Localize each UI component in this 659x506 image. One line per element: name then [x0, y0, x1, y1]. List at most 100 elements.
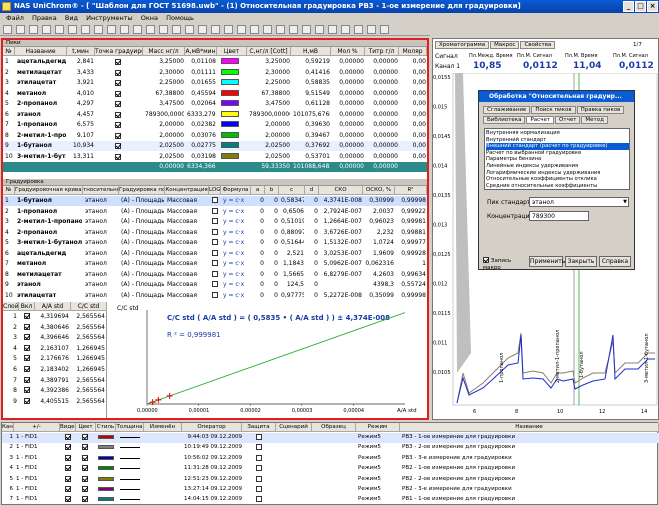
- apply-button[interactable]: Применить: [529, 256, 565, 267]
- toolbar-button-5[interactable]: [55, 25, 64, 34]
- calib-cell[interactable]: (A) - Площадь: [121, 259, 164, 268]
- color-swatch[interactable]: [221, 68, 239, 75]
- tab-method[interactable]: Метод: [581, 116, 608, 124]
- line-style[interactable]: [120, 447, 140, 449]
- calib-row[interactable]: 4 2-пропанол этанол (A) - Площадь Массовая y …: [3, 228, 427, 238]
- menu-file[interactable]: Файл: [6, 14, 24, 22]
- toolbar-button-28[interactable]: [354, 25, 363, 34]
- peaks-col-header[interactable]: t,мин: [67, 47, 95, 56]
- bottom-row[interactable]: 11 - FID1 9:44:03 09.12.2009 Режим5 РВ3 - 1…: [2, 433, 659, 443]
- line-style[interactable]: [120, 499, 140, 501]
- calib-cell[interactable]: Массовая: [167, 280, 208, 289]
- peaks-col-header[interactable]: Масс нг/л: [143, 47, 185, 56]
- calibration-point-checkbox[interactable]: [115, 121, 125, 130]
- calib-row[interactable]: 7 метанол этанол (A) - Площадь Массовая y = c…: [3, 259, 427, 269]
- toolbar-button-15[interactable]: [185, 25, 194, 34]
- menu-edit[interactable]: Правка: [32, 14, 57, 22]
- line-style[interactable]: [120, 457, 140, 459]
- calib-col-header[interactable]: Формула: [221, 186, 251, 195]
- calib-cell[interactable]: Массовая: [167, 270, 208, 279]
- menu-view[interactable]: Вид: [65, 14, 78, 22]
- bottom-col-header[interactable]: Канал: [2, 423, 14, 432]
- visible-checkbox[interactable]: [82, 475, 88, 482]
- visible-checkbox[interactable]: [82, 434, 88, 440]
- bottom-col-header[interactable]: Название: [400, 423, 659, 432]
- tab-chromatogram[interactable]: Хроматограмма: [435, 41, 490, 49]
- calib-cell[interactable]: этанол: [85, 196, 118, 205]
- visible-checkbox[interactable]: [82, 486, 88, 492]
- protection-checkbox[interactable]: [256, 465, 262, 472]
- sign-checkbox[interactable]: [65, 475, 71, 482]
- calib-col-header[interactable]: c: [279, 186, 305, 195]
- log-checkbox[interactable]: [212, 291, 218, 298]
- calib-cell[interactable]: этанол: [85, 228, 118, 237]
- calib-cell[interactable]: Массовая: [167, 291, 208, 300]
- calibration-point-checkbox[interactable]: [115, 100, 125, 109]
- calib-row[interactable]: 6 ацетальдегид этанол (A) - Площадь Массовая…: [3, 249, 427, 259]
- layers-row[interactable]: 2 4,380646 2,565564: [3, 323, 107, 333]
- minimize-button[interactable]: _: [623, 1, 634, 12]
- calibration-point-checkbox[interactable]: [115, 58, 125, 67]
- calib-cell[interactable]: (A) - Площадь: [121, 238, 164, 247]
- maximize-button[interactable]: □: [635, 1, 646, 12]
- layers-row[interactable]: 6 2,183402 1,266945: [3, 365, 107, 375]
- bottom-col-header[interactable]: Режим: [356, 423, 400, 432]
- toolbar-button-4[interactable]: [42, 25, 51, 34]
- toolbar-button-29[interactable]: [367, 25, 376, 34]
- calib-col-header[interactable]: R²: [395, 186, 427, 195]
- calib-cell[interactable]: этанол: [85, 259, 118, 268]
- color-swatch[interactable]: [98, 476, 114, 481]
- toolbar-button-3[interactable]: [29, 25, 38, 34]
- calib-cell[interactable]: этанол: [85, 270, 118, 279]
- calib-cell[interactable]: Массовая: [167, 196, 208, 205]
- menu-windows[interactable]: Окна: [141, 14, 158, 22]
- bottom-col-header[interactable]: Образец: [312, 423, 356, 432]
- color-swatch[interactable]: [98, 455, 114, 460]
- toolbar-button-2[interactable]: [16, 25, 25, 34]
- calibration-point-checkbox[interactable]: [115, 132, 125, 141]
- calib-cell[interactable]: (A) - Площадь: [121, 291, 164, 300]
- bottom-row[interactable]: 71 - FID1 14:04:15 09.12.2009 Режим5 РВ1 - …: [2, 495, 659, 505]
- layers-row[interactable]: 5 2,176676 1,266945: [3, 354, 107, 364]
- calib-cell[interactable]: Массовая: [167, 259, 208, 268]
- protection-checkbox[interactable]: [256, 486, 262, 492]
- color-swatch[interactable]: [98, 466, 114, 471]
- color-swatch[interactable]: [221, 110, 239, 117]
- method-item[interactable]: Средние относительные коэффициенты: [486, 183, 629, 190]
- log-checkbox[interactable]: [212, 218, 218, 224]
- layers-row[interactable]: 1 4,319694 2,565564: [3, 312, 107, 322]
- calib-row[interactable]: 10 этилацетат этанол (A) - Площадь Массовая y…: [3, 291, 427, 301]
- bottom-col-header[interactable]: Изменён: [144, 423, 182, 432]
- peaks-row[interactable]: 2 метилацетат 3,433 2,30000 0,01111 2,30000 0,…: [3, 68, 427, 78]
- bottom-col-header[interactable]: Стиль: [96, 423, 116, 432]
- layer-enabled-checkbox[interactable]: [24, 376, 30, 383]
- calib-cell[interactable]: Массовая: [167, 228, 208, 237]
- calib-col-header[interactable]: d: [305, 186, 319, 195]
- peaks-row[interactable]: 6этанол4,457789300,000006333,27902789300…: [3, 110, 427, 120]
- bottom-col-header[interactable]: Цвет: [76, 423, 96, 432]
- help-button[interactable]: Справка: [599, 256, 631, 267]
- line-style[interactable]: [120, 489, 140, 490]
- check-icon[interactable]: [115, 59, 121, 65]
- peaks-col-header[interactable]: Титр г/л: [365, 47, 399, 56]
- toolbar-button-26[interactable]: [328, 25, 337, 34]
- color-swatch[interactable]: [98, 497, 114, 502]
- sign-checkbox[interactable]: [65, 465, 71, 472]
- sign-checkbox[interactable]: [65, 454, 71, 461]
- record-macro-check[interactable]: [483, 257, 489, 263]
- peaks-col-header[interactable]: Точка градуировки: [95, 47, 143, 56]
- log-checkbox[interactable]: [212, 260, 218, 266]
- peaks-row[interactable]: 1 ацетальдегид 2,841 3,25000 0,01108 3,25000 0…: [3, 57, 427, 67]
- toolbar-button-9[interactable]: [107, 25, 116, 34]
- calib-cell[interactable]: этанол: [85, 280, 118, 289]
- log-checkbox[interactable]: [212, 207, 218, 214]
- color-swatch[interactable]: [221, 58, 239, 64]
- toolbar-button-18[interactable]: [224, 25, 233, 34]
- calib-col-header[interactable]: LOG: [209, 186, 221, 195]
- toolbar-button-16[interactable]: [198, 25, 207, 34]
- close-dialog-button[interactable]: Закрыть: [565, 256, 597, 267]
- bottom-col-header[interactable]: Виден: [60, 423, 76, 432]
- log-checkbox[interactable]: [212, 197, 218, 203]
- toolbar-button-12[interactable]: [146, 25, 155, 34]
- peaks-row[interactable]: 3 этилацетат 3,921 2,25000 0,01655 2,25000 0,5…: [3, 78, 427, 88]
